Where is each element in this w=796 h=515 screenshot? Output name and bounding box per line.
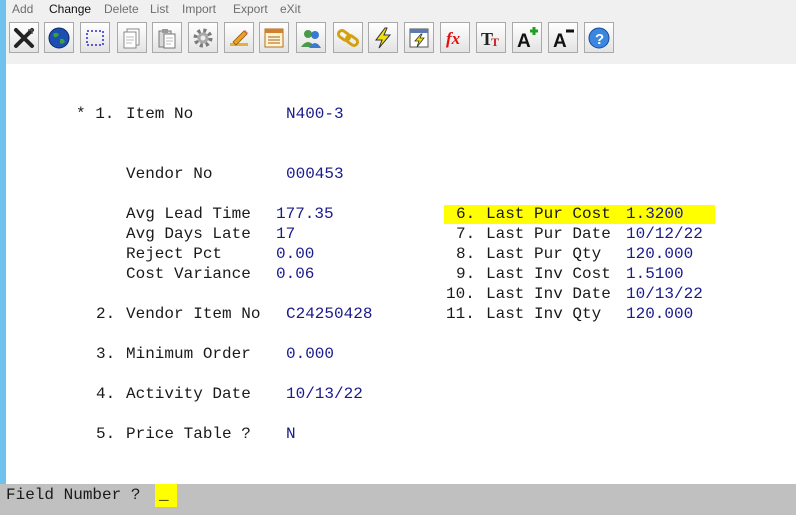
vendor-no-label: Vendor No <box>126 165 213 183</box>
menu-add[interactable]: Add <box>12 2 33 16</box>
window-run-button[interactable] <box>404 22 434 53</box>
item-no-label: Item No <box>126 105 194 123</box>
vendor-no-value: 000453 <box>286 165 344 183</box>
svg-text:A: A <box>553 31 567 50</box>
run-button[interactable] <box>368 22 398 53</box>
last-pur-date-label: Last Pur Date <box>486 225 611 243</box>
last-inv-qty-label: Last Inv Qty <box>486 305 602 323</box>
svg-text:A: A <box>517 31 531 50</box>
menu-list[interactable]: List <box>150 2 169 16</box>
copy-button[interactable] <box>117 22 147 53</box>
users-button[interactable] <box>296 22 326 53</box>
last-inv-qty-number: 11. <box>446 305 475 323</box>
lightning-icon <box>375 27 392 48</box>
globe-icon <box>48 27 70 48</box>
font-increase-icon: A <box>517 26 538 50</box>
menu-exit[interactable]: eXit <box>280 2 301 16</box>
paste-icon <box>158 28 176 48</box>
window-lightning-icon <box>409 28 429 47</box>
reject-pct-value: 0.00 <box>276 245 315 263</box>
help-button[interactable]: ? <box>584 22 614 53</box>
item-no-value: N400-3 <box>286 105 344 123</box>
svg-text:fx: fx <box>446 29 461 48</box>
close-button[interactable] <box>9 22 39 53</box>
last-pur-date-value: 10/12/22 <box>626 225 703 243</box>
activity-date-number: 4. <box>96 385 116 403</box>
svg-text:T: T <box>491 35 499 49</box>
menu-bar: Add Change Delete List Import Export eXi… <box>6 0 796 18</box>
avg-days-late-label: Avg Days Late <box>126 225 251 243</box>
minimum-order-value: 0.000 <box>286 345 335 363</box>
paste-button[interactable] <box>152 22 182 53</box>
last-inv-date-label: Last Inv Date <box>486 285 611 303</box>
edit-button[interactable] <box>224 22 254 53</box>
menu-export[interactable]: Export <box>233 2 268 16</box>
activity-date-value: 10/13/22 <box>286 385 363 403</box>
function-fx-icon: fx <box>446 29 461 48</box>
settings-button[interactable] <box>188 22 218 53</box>
font-size-icon: T T <box>481 29 499 49</box>
item-no-marker: * 1. <box>76 105 115 123</box>
menu-change[interactable]: Change <box>49 2 91 16</box>
last-pur-cost-label: Last Pur Cost <box>486 205 611 223</box>
globe-button[interactable] <box>44 22 74 53</box>
font-increase-button[interactable]: A <box>512 22 542 53</box>
input-cursor: _ <box>159 486 169 504</box>
avg-lead-time-label: Avg Lead Time <box>126 205 251 223</box>
select-button[interactable] <box>80 22 110 53</box>
activity-date-label: Activity Date <box>126 385 251 403</box>
field-number-prompt: Field Number ? <box>6 486 141 504</box>
last-inv-cost-label: Last Inv Cost <box>486 265 611 283</box>
link-button[interactable] <box>333 22 363 53</box>
minimum-order-label: Minimum Order <box>126 345 251 363</box>
price-table-number: 5. <box>96 425 116 443</box>
users-icon <box>301 29 321 48</box>
reject-pct-label: Reject Pct <box>126 245 223 263</box>
last-pur-qty-value: 120.000 <box>626 245 694 263</box>
form-button[interactable] <box>259 22 289 53</box>
last-inv-date-value: 10/13/22 <box>626 285 703 303</box>
last-inv-qty-value: 120.000 <box>626 305 694 323</box>
last-pur-qty-number: 8. <box>456 245 476 263</box>
copy-page-icon <box>123 28 140 48</box>
last-inv-cost-value: 1.5100 <box>626 265 684 283</box>
last-inv-cost-number: 9. <box>456 265 476 283</box>
menu-delete[interactable]: Delete <box>104 2 139 16</box>
avg-lead-time-value: 177.35 <box>276 205 334 223</box>
font-decrease-icon: A <box>553 29 574 50</box>
close-x-icon <box>14 27 34 48</box>
font-decrease-button[interactable]: A <box>548 22 578 53</box>
menu-import[interactable]: Import <box>182 2 216 16</box>
cost-variance-value: 0.06 <box>276 265 315 283</box>
pencil-icon <box>230 29 248 46</box>
help-icon: ? <box>588 27 610 48</box>
last-pur-cost-number: 6. <box>456 205 476 223</box>
svg-text:?: ? <box>595 31 604 48</box>
form-icon <box>264 28 284 47</box>
gear-icon <box>193 28 213 47</box>
toolbar: fx T T A A ? <box>6 18 796 64</box>
price-table-label: Price Table ? <box>126 425 251 443</box>
vendor-item-no-value: C24250428 <box>286 305 373 323</box>
minimum-order-number: 3. <box>96 345 116 363</box>
vendor-item-no-label: Vendor Item No <box>126 305 261 323</box>
chain-link-icon <box>336 28 360 47</box>
last-pur-date-number: 7. <box>456 225 476 243</box>
avg-days-late-value: 17 <box>276 225 296 243</box>
last-inv-date-number: 10. <box>446 285 475 303</box>
last-pur-qty-label: Last Pur Qty <box>486 245 602 263</box>
function-button[interactable]: fx <box>440 22 470 53</box>
cost-variance-label: Cost Variance <box>126 265 251 283</box>
vendor-item-no-number: 2. <box>96 305 116 323</box>
last-pur-cost-value: 1.3200 <box>626 205 684 223</box>
window-left-edge <box>0 0 6 515</box>
select-box-icon <box>86 29 104 46</box>
font-button[interactable]: T T <box>476 22 506 53</box>
price-table-value: N <box>286 425 296 443</box>
